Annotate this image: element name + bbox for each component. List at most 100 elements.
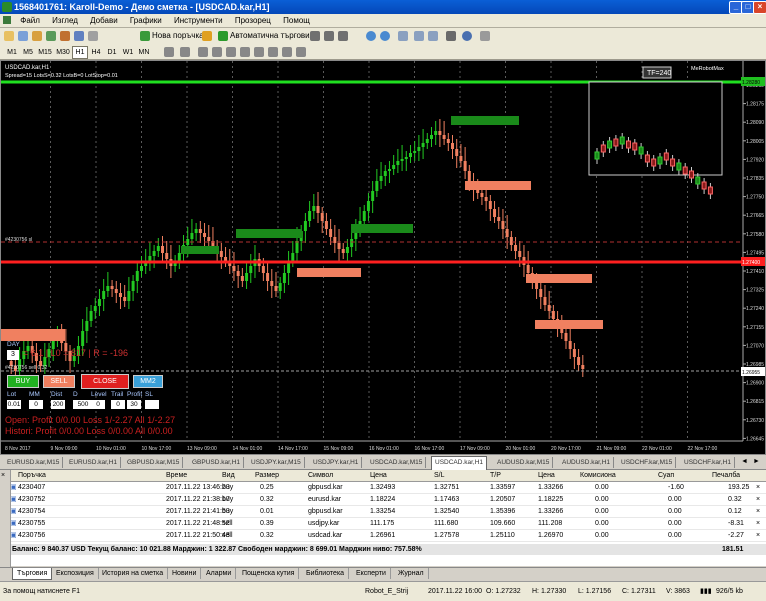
chart-tab[interactable]: USDJPY.kar,M15 (248, 457, 305, 468)
horizontal-line-icon[interactable] (212, 47, 222, 57)
terminal-close-icon[interactable]: × (1, 472, 5, 479)
col-sl[interactable]: S/L (434, 470, 445, 481)
col-order[interactable]: Поръчка (18, 470, 46, 481)
navigator-icon[interactable] (60, 31, 70, 41)
chart-tab-active[interactable]: USDCAD.kar,H1 (431, 456, 488, 470)
order-row[interactable]: ▣ 4230756 2017.11.22 21:50:43 sell 0.32 usdca… (0, 530, 766, 542)
chart-shift-icon[interactable] (414, 31, 424, 41)
chart-tab[interactable]: GBPUSD.kar,H1 (189, 457, 245, 468)
profiles-icon[interactable] (18, 31, 28, 41)
tester-icon[interactable] (88, 31, 98, 41)
periods-icon[interactable] (462, 31, 472, 41)
auto-trading-icon[interactable] (218, 31, 228, 41)
col-swap[interactable]: Суап (658, 470, 674, 481)
chart-tab[interactable]: USDCAD.kar,M15 (367, 457, 427, 468)
chart-tab[interactable]: USDCHF.kar,M15 (618, 457, 677, 468)
day-input[interactable]: 3 (7, 350, 19, 360)
col-profit[interactable]: Печалба (712, 470, 740, 481)
channel-icon[interactable] (240, 47, 250, 57)
menu-file[interactable]: Файл (15, 14, 45, 27)
new-order-icon[interactable] (140, 31, 150, 41)
col-current-price[interactable]: Цена (538, 470, 555, 481)
menu-help[interactable]: Помощ (278, 14, 315, 27)
buy-button[interactable]: BUY (7, 375, 39, 388)
menu-insert[interactable]: Добави (85, 14, 123, 27)
tile-windows-icon[interactable] (398, 31, 408, 41)
param-input[interactable]: 0 (111, 400, 125, 409)
order-row[interactable]: ▣ 4230754 2017.11.22 21:41:53 buy 0.01 gbpusd… (0, 506, 766, 518)
tf-m5[interactable]: M5 (20, 46, 36, 59)
chart-tab[interactable]: EURUSD.kar,H1 (66, 457, 122, 468)
zoom-in-icon[interactable] (366, 31, 376, 41)
param-input[interactable]: 0 (91, 400, 105, 409)
chart-menu-icon[interactable] (3, 16, 11, 24)
tab-experts[interactable]: Експерти (352, 568, 391, 579)
market-watch-icon[interactable] (32, 31, 42, 41)
col-time[interactable]: Време (166, 470, 187, 481)
param-input[interactable]: 200 (51, 400, 65, 409)
param-input[interactable]: 30 (127, 400, 141, 409)
new-chart-icon[interactable] (4, 31, 14, 41)
tf-mn[interactable]: MN (136, 46, 152, 59)
close-order-icon[interactable]: × (756, 494, 760, 505)
col-type[interactable]: Вид (222, 470, 235, 481)
zoom-out-icon[interactable] (380, 31, 390, 41)
chart-tab[interactable]: USDJPY.kar,H1 (310, 457, 363, 468)
close-window-button[interactable]: × (753, 1, 766, 14)
tab-journal[interactable]: Журнал (394, 568, 429, 579)
status-profile[interactable]: Robot_E_Strij (365, 582, 408, 601)
tab-account-history[interactable]: История на сметка (98, 568, 169, 579)
chart-tab[interactable]: GBPUSD.kar,M15 (124, 457, 184, 468)
param-input[interactable]: 0 (29, 400, 43, 409)
col-size[interactable]: Размер (255, 470, 279, 481)
tabs-scroll-left-icon[interactable]: ◄ (741, 458, 748, 465)
trendline-icon[interactable] (226, 47, 236, 57)
text-label-icon[interactable] (282, 47, 292, 57)
data-window-icon[interactable] (46, 31, 56, 41)
tf-m1[interactable]: M1 (4, 46, 20, 59)
metaeditor-icon[interactable] (202, 31, 212, 41)
order-row[interactable]: ▣ 4230755 2017.11.22 21:48:52 sell 0.39 usdjp… (0, 518, 766, 530)
price-chart[interactable]: 1.282621.281751.280901.280051.279201.278… (0, 60, 766, 455)
tab-trade[interactable]: Търговия (12, 568, 53, 580)
close-orders-button[interactable]: CLOSE (81, 374, 129, 389)
chart-tab[interactable]: AUDUSD.kar,M15 (494, 457, 554, 468)
tab-library[interactable]: Библиотека (302, 568, 350, 579)
crosshair-icon[interactable] (180, 47, 190, 57)
chart-tab[interactable]: AUDUSD.kar,H1 (559, 457, 615, 468)
menu-view[interactable]: Изглед (47, 14, 83, 27)
close-order-icon[interactable]: × (756, 506, 760, 517)
tf-h1[interactable]: H1 (72, 46, 88, 59)
tab-news[interactable]: Новини (168, 568, 202, 579)
order-row[interactable]: ▣ 4230407 2017.11.22 13:46:23 buy 0.25 gbpusd… (0, 482, 766, 494)
order-row[interactable]: ▣ 4230752 2017.11.22 21:38:17 buy 0.32 eurusd… (0, 494, 766, 506)
menu-tools[interactable]: Инструменти (169, 14, 228, 27)
tf-w1[interactable]: W1 (120, 46, 136, 59)
bar-chart-icon[interactable] (310, 31, 320, 41)
tf-m30[interactable]: M30 (54, 46, 72, 59)
tabs-scroll-right-icon[interactable]: ► (753, 458, 760, 465)
text-tool-icon[interactable] (268, 47, 278, 57)
arrows-icon[interactable] (296, 47, 306, 57)
vertical-line-icon[interactable] (198, 47, 208, 57)
new-order-button[interactable]: Нова поръчка (152, 31, 204, 40)
indicators-icon[interactable] (446, 31, 456, 41)
tf-m15[interactable]: M15 (36, 46, 54, 59)
menu-charts[interactable]: Графики (125, 14, 167, 27)
terminal-icon[interactable] (74, 31, 84, 41)
cursor-icon[interactable] (164, 47, 174, 57)
templates-icon[interactable] (480, 31, 490, 41)
close-order-icon[interactable]: × (756, 518, 760, 529)
tf-h4[interactable]: H4 (88, 46, 104, 59)
col-price[interactable]: Цена (370, 470, 387, 481)
col-commission[interactable]: Комисиона (580, 470, 616, 481)
close-order-icon[interactable]: × (756, 482, 760, 493)
close-order-icon[interactable]: × (756, 530, 760, 541)
chart-tab[interactable]: EURUSD.kar,M15 (4, 457, 64, 468)
col-tp[interactable]: T/P (490, 470, 501, 481)
param-input[interactable]: 500 (73, 400, 93, 409)
chart-tab[interactable]: USDCHF.kar,H1 (681, 457, 735, 468)
line-chart-icon[interactable] (338, 31, 348, 41)
param-input[interactable]: 0.01 (7, 400, 21, 409)
fibonacci-icon[interactable] (254, 47, 264, 57)
